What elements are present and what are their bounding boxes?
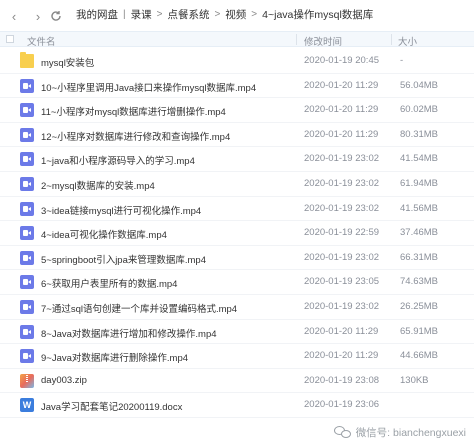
file-size: 26.25MB <box>400 300 439 312</box>
toolbar: ‹ › 我的网盘 | 录课 > 点餐系统 > 视频 > 4~java操作mysq… <box>0 0 474 30</box>
file-size: 37.46MB <box>400 227 439 239</box>
file-modified-date: 2020-01-19 23:02 <box>304 202 380 214</box>
file-size: 44.66MB <box>400 350 439 362</box>
breadcrumb-item[interactable]: 录课 <box>129 7 154 22</box>
file-name[interactable]: 6~获取用户表里所有的数据.mp4 <box>41 276 177 290</box>
column-header-name[interactable]: 文件名 <box>27 34 56 48</box>
breadcrumb-item[interactable]: 点餐系统 <box>165 7 211 22</box>
file-row[interactable]: 8~Java对数据库进行增加和修改操作.mp4 2020-01-20 11:29 6… <box>0 320 474 345</box>
video-file-icon <box>20 275 34 290</box>
wechat-icon <box>333 426 352 439</box>
chevron-right-icon: > <box>251 9 258 20</box>
file-size: 130KB <box>400 374 429 386</box>
file-row[interactable]: 4~idea可视化操作数据库.mp4 2020-01-19 22:59 37.46M… <box>0 221 474 246</box>
video-file-icon <box>20 250 34 265</box>
file-name[interactable]: 1~java和小程序源码导入的学习.mp4 <box>41 153 195 167</box>
video-file-icon <box>20 201 34 216</box>
video-file-icon <box>20 176 34 191</box>
word-doc-icon: W <box>20 398 34 413</box>
select-all-checkbox[interactable] <box>6 35 14 43</box>
file-name[interactable]: day003.zip <box>41 375 87 386</box>
file-row[interactable]: 9~Java对数据库进行删除操作.mp4 2020-01-20 11:29 44.6… <box>0 344 474 369</box>
file-name[interactable]: 5~springboot引入jpa来管理数据库.mp4 <box>41 252 206 266</box>
file-size: 66.31MB <box>400 251 439 263</box>
file-modified-date: 2020-01-19 20:45 <box>304 55 380 66</box>
file-name[interactable]: 9~Java对数据库进行删除操作.mp4 <box>41 350 188 364</box>
watermark: 微信号: bianchengxuexi <box>333 425 466 440</box>
file-list-header: 文件名 修改时间 大小 <box>0 31 474 48</box>
chevron-right-icon: | <box>123 9 126 20</box>
file-name[interactable]: 4~idea可视化操作数据库.mp4 <box>41 227 167 241</box>
file-name[interactable]: 2~mysql数据库的安装.mp4 <box>41 178 155 192</box>
chevron-right-icon: > <box>156 9 163 20</box>
file-name[interactable]: 11~小程序对mysql数据库进行增删操作.mp4 <box>41 104 226 118</box>
chevron-right-icon[interactable]: › <box>30 8 46 24</box>
file-row[interactable]: 7~通过sql语句创建一个库并设置编码格式.mp4 2020-01-19 23:0… <box>0 295 474 320</box>
video-file-icon <box>20 103 34 118</box>
video-file-icon <box>20 127 34 142</box>
file-list: mysql安装包 2020-01-19 20:45 - 10~小程序里调用Java接口… <box>0 49 474 418</box>
breadcrumb-item[interactable]: 视频 <box>223 7 248 22</box>
file-name[interactable]: 8~Java对数据库进行增加和修改操作.mp4 <box>41 326 217 340</box>
file-size: 60.02MB <box>400 104 439 116</box>
file-modified-date: 2020-01-19 22:59 <box>304 227 380 239</box>
file-modified-date: 2020-01-19 23:05 <box>304 276 380 288</box>
refresh-icon[interactable] <box>48 8 64 24</box>
breadcrumb: 我的网盘 | 录课 > 点餐系统 > 视频 > 4~java操作mysql数据库 <box>74 7 375 22</box>
file-name[interactable]: mysql安装包 <box>41 55 94 69</box>
file-name[interactable]: 3~idea链接mysql进行可视化操作.mp4 <box>41 203 201 217</box>
file-row[interactable]: 10~小程序里调用Java接口来操作mysql数据库.mp4 2020-01-20… <box>0 74 474 99</box>
file-modified-date: 2020-01-20 11:29 <box>304 128 379 140</box>
file-name[interactable]: Java学习配套笔记20200119.docx <box>41 399 182 413</box>
folder-icon <box>20 52 34 68</box>
video-file-icon <box>20 349 34 364</box>
file-row[interactable]: 2~mysql数据库的安装.mp4 2020-01-19 23:02 61.94MB <box>0 172 474 197</box>
column-divider[interactable] <box>391 34 392 45</box>
file-row[interactable]: 3~idea链接mysql进行可视化操作.mp4 2020-01-19 23:02… <box>0 197 474 222</box>
column-header-size[interactable]: 大小 <box>398 34 417 48</box>
file-row[interactable]: 12~小程序对数据库进行修改和查询操作.mp4 2020-01-20 11:29 8… <box>0 123 474 148</box>
file-modified-date: 2020-01-19 23:02 <box>304 251 380 263</box>
breadcrumb-item[interactable]: 我的网盘 <box>74 7 120 22</box>
file-size: 56.04MB <box>400 79 439 91</box>
file-modified-date: 2020-01-19 23:02 <box>304 177 380 189</box>
file-size: 41.54MB <box>400 153 439 165</box>
file-row[interactable]: 5~springboot引入jpa来管理数据库.mp4 2020-01-19 23… <box>0 246 474 271</box>
video-file-icon <box>20 152 34 167</box>
column-divider[interactable] <box>296 34 297 45</box>
column-header-date[interactable]: 修改时间 <box>304 34 342 48</box>
file-size: 74.63MB <box>400 276 439 288</box>
file-modified-date: 2020-01-20 11:29 <box>304 325 379 337</box>
file-modified-date: 2020-01-19 23:08 <box>304 374 380 386</box>
chevron-left-icon[interactable]: ‹ <box>6 8 22 24</box>
watermark-text: 微信号: bianchengxuexi <box>355 427 466 439</box>
file-row[interactable]: 11~小程序对mysql数据库进行增删操作.mp4 2020-01-20 11:2… <box>0 98 474 123</box>
file-modified-date: 2020-01-19 23:06 <box>304 399 380 411</box>
file-row[interactable]: mysql安装包 2020-01-19 20:45 - <box>0 49 474 74</box>
file-size: 61.94MB <box>400 177 439 189</box>
file-row[interactable]: 6~获取用户表里所有的数据.mp4 2020-01-19 23:05 74.63MB <box>0 270 474 295</box>
file-size: - <box>400 55 404 66</box>
file-name[interactable]: 10~小程序里调用Java接口来操作mysql数据库.mp4 <box>41 80 256 94</box>
file-size: 80.31MB <box>400 128 439 140</box>
breadcrumb-current: 4~java操作mysql数据库 <box>262 9 374 21</box>
file-row[interactable]: 1~java和小程序源码导入的学习.mp4 2020-01-19 23:02 41.… <box>0 147 474 172</box>
file-modified-date: 2020-01-20 11:29 <box>304 104 379 116</box>
video-file-icon <box>20 78 34 93</box>
zip-file-icon <box>20 373 34 388</box>
video-file-icon <box>20 299 34 314</box>
file-name[interactable]: 7~通过sql语句创建一个库并设置编码格式.mp4 <box>41 301 237 315</box>
file-size: 41.56MB <box>400 202 439 214</box>
file-name[interactable]: 12~小程序对数据库进行修改和查询操作.mp4 <box>41 129 230 143</box>
file-row[interactable]: day003.zip 2020-01-19 23:08 130KB <box>0 369 474 394</box>
file-size: 65.91MB <box>400 325 439 337</box>
video-file-icon <box>20 324 34 339</box>
file-modified-date: 2020-01-20 11:29 <box>304 79 379 91</box>
video-file-icon <box>20 226 34 241</box>
chevron-right-icon: > <box>214 9 221 20</box>
file-modified-date: 2020-01-20 11:29 <box>304 350 379 362</box>
file-row[interactable]: W Java学习配套笔记20200119.docx 2020-01-19 23:06 <box>0 393 474 418</box>
file-modified-date: 2020-01-19 23:02 <box>304 300 380 312</box>
file-modified-date: 2020-01-19 23:02 <box>304 153 380 165</box>
